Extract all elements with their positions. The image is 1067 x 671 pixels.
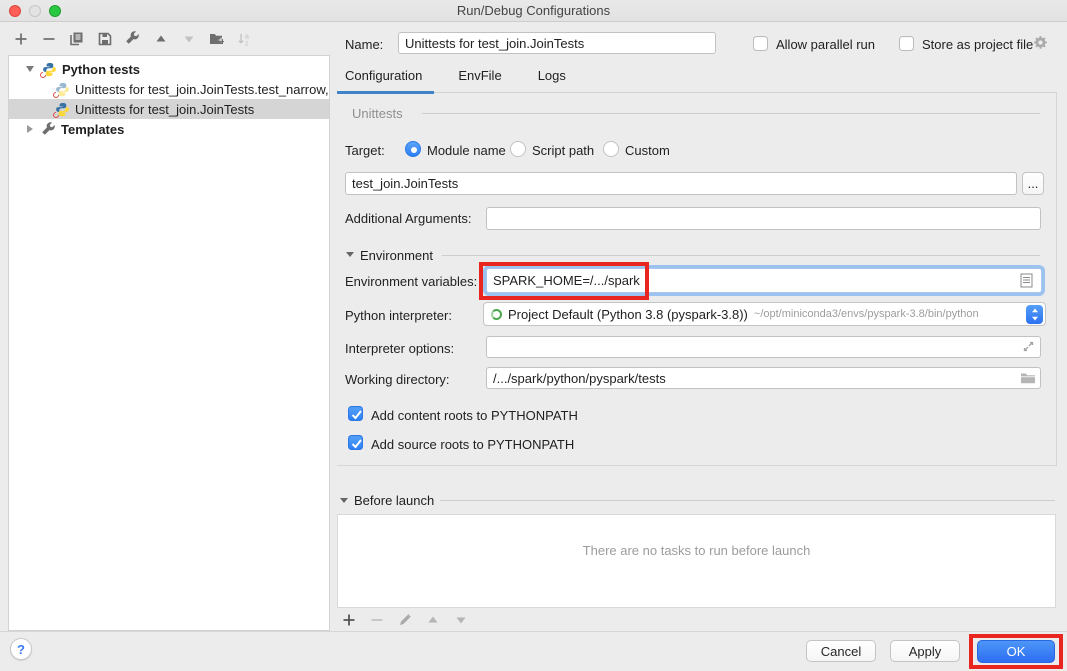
tree-group-python-tests[interactable]: Python tests [9,59,329,79]
tree-group-label: Templates [61,122,124,137]
interpreter-options-label: Interpreter options: [345,341,454,356]
expand-field-icon[interactable] [1022,340,1035,353]
store-settings-gear-icon[interactable] [1033,35,1048,50]
panel-bottom-border [337,465,1057,466]
panel-right-border [1056,93,1057,465]
conda-environment-icon [491,309,502,320]
target-input[interactable] [345,172,1017,195]
tab-envfile[interactable]: EnvFile [450,62,513,93]
select-stepper-icon[interactable] [1026,305,1043,324]
target-custom-radio[interactable] [603,141,619,157]
edit-environment-variables-icon[interactable] [1020,273,1033,288]
target-module-name-label[interactable]: Module name [427,143,506,158]
apply-button[interactable]: Apply [890,640,960,662]
add-source-roots-checkbox[interactable] [348,435,363,450]
tab-logs[interactable]: Logs [530,62,578,93]
add-task-icon[interactable] [341,612,356,627]
add-configuration-icon[interactable] [13,31,28,46]
target-module-name-radio[interactable] [405,141,421,157]
add-source-roots-label[interactable]: Add source roots to PYTHONPATH [371,437,574,452]
unittests-group-label: Unittests [352,106,403,121]
before-launch-toolbar [341,612,468,627]
environment-collapse-icon[interactable] [346,252,354,257]
before-launch-task-list: There are no tasks to run before launch [337,514,1056,608]
footer-separator [0,631,1067,632]
python-interpreter-label: Python interpreter: [345,308,452,323]
tree-item-label: Unittests for test_join.JoinTests [75,102,254,117]
environment-section-rule [442,255,1040,256]
help-button[interactable]: ? [10,638,32,660]
tree-group-label: Python tests [62,62,140,77]
environment-variables-label: Environment variables: [345,274,477,289]
save-configuration-icon[interactable] [97,31,112,46]
expand-collapse-icon[interactable] [26,66,34,72]
move-task-up-icon [425,612,440,627]
store-as-project-file-checkbox[interactable] [899,36,914,51]
tree-item-label: Unittests for test_join.JoinTests.test_n… [75,82,329,97]
configurations-tree: Python tests Unittests for test_join.Joi… [8,55,330,631]
config-tabs: Configuration EnvFile Logs [337,62,1057,93]
python-test-icon [55,102,70,117]
before-launch-empty-message: There are no tasks to run before launch [338,543,1055,558]
remove-configuration-icon[interactable] [41,31,56,46]
configurations-toolbar: az [13,31,252,46]
add-content-roots-label[interactable]: Add content roots to PYTHONPATH [371,408,578,423]
svg-text:a: a [245,33,249,40]
expand-collapse-icon[interactable] [27,125,33,133]
edit-templates-icon[interactable] [125,31,140,46]
additional-arguments-label: Additional Arguments: [345,211,471,226]
before-launch-section-label: Before launch [354,493,434,508]
target-script-path-label[interactable]: Script path [532,143,594,158]
python-interpreter-select[interactable]: Project Default (Python 3.8 (pyspark-3.8… [483,302,1046,326]
tree-item-unittests-jointests-selected[interactable]: Unittests for test_join.JoinTests [9,99,329,119]
store-as-project-file-label: Store as project file [922,37,1033,52]
target-script-path-radio[interactable] [510,141,526,157]
environment-section-label: Environment [360,248,433,263]
allow-parallel-run-checkbox[interactable] [753,36,768,51]
python-test-icon [55,82,70,97]
before-launch-collapse-icon[interactable] [340,498,348,503]
add-content-roots-checkbox[interactable] [348,406,363,421]
window-title: Run/Debug Configurations [0,3,1067,18]
working-directory-input[interactable] [486,367,1041,389]
sort-configurations-icon: az [237,31,252,46]
ok-button[interactable]: OK [977,640,1055,663]
name-input[interactable] [398,32,716,54]
tree-item-unittests-test-narrow[interactable]: Unittests for test_join.JoinTests.test_n… [9,79,329,99]
copy-configuration-icon[interactable] [69,31,84,46]
environment-variables-input[interactable] [486,268,1042,293]
cancel-button[interactable]: Cancel [806,640,876,662]
move-up-icon[interactable] [153,31,168,46]
python-tests-icon [42,62,57,77]
interpreter-options-input[interactable] [486,336,1041,358]
remove-task-icon [369,612,384,627]
allow-parallel-run-label: Allow parallel run [776,37,875,52]
working-directory-label: Working directory: [345,372,450,387]
move-down-icon [181,31,196,46]
additional-arguments-input[interactable] [486,207,1041,230]
target-label: Target: [345,143,385,158]
title-bar: Run/Debug Configurations [0,0,1067,22]
create-new-folder-icon[interactable] [209,31,224,46]
svg-text:z: z [245,40,249,46]
edit-task-icon [397,612,412,627]
python-interpreter-value: Project Default (Python 3.8 (pyspark-3.8… [508,307,748,322]
name-label: Name: [345,37,383,52]
run-debug-configurations-dialog: Run/Debug Configurations az [0,0,1067,671]
target-custom-label[interactable]: Custom [625,143,670,158]
before-launch-section-rule [440,500,1055,501]
browse-target-button[interactable]: ... [1022,172,1044,195]
move-task-down-icon [453,612,468,627]
unittests-group-rule [422,113,1040,114]
templates-wrench-icon [41,122,56,137]
python-interpreter-path: ~/opt/miniconda3/envs/pyspark-3.8/bin/py… [754,308,979,320]
tab-configuration[interactable]: Configuration [337,62,434,93]
browse-folder-icon[interactable] [1020,372,1036,384]
tree-group-templates[interactable]: Templates [9,119,329,139]
